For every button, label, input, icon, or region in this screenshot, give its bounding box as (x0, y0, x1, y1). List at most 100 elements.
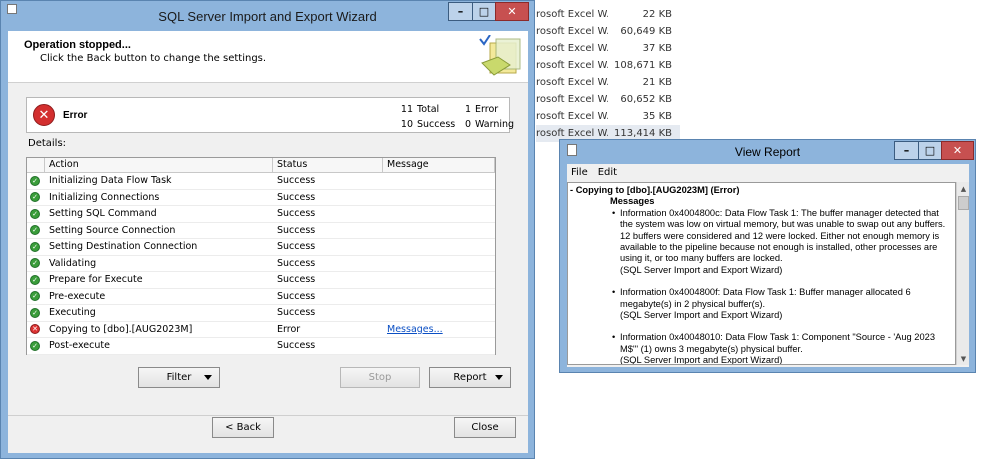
table-row[interactable]: ✓ Executing Success (27, 305, 495, 322)
table-row[interactable]: ✓ Setting SQL Command Success (27, 206, 495, 223)
table-row[interactable]: ✓ Post-execute Success (27, 338, 495, 355)
file-type: rosoft Excel W... (536, 111, 608, 122)
file-size: 37 KB (642, 43, 672, 54)
status-cell: Success (277, 224, 316, 236)
file-type: rosoft Excel W... (536, 60, 608, 71)
column-header-action[interactable]: Action (45, 158, 273, 172)
success-label: Success (417, 119, 456, 130)
file-size: 113,414 KB (614, 128, 672, 139)
status-summary-panel: ✕ Error 11 Total 1 Error 10 Success 0 Wa… (26, 97, 515, 133)
minimize-button[interactable]: – (448, 2, 473, 21)
row-status-icon-cell: ✓ (27, 241, 45, 252)
close-button[interactable]: Close (454, 417, 516, 438)
file-row[interactable]: rosoft Excel W... 60,649 KB (536, 23, 680, 40)
action-cell: Initializing Connections (49, 191, 160, 203)
details-grid[interactable]: Action Status Message ✓ Initializing Data… (26, 157, 496, 355)
grid-header-icon (27, 158, 45, 172)
table-row[interactable]: ✓ Prepare for Execute Success (27, 272, 495, 289)
back-button[interactable]: < Back (212, 417, 274, 438)
file-row[interactable]: rosoft Excel W... 108,671 KB (536, 57, 680, 74)
bullet-icon: • (612, 287, 616, 298)
warning-label: Warning (475, 119, 515, 130)
total-count: 11 (400, 104, 413, 115)
report-close-button[interactable]: ✕ (941, 141, 974, 160)
table-row[interactable]: ✓ Pre-execute Success (27, 289, 495, 305)
error-label: Error (475, 104, 499, 115)
success-check-icon: ✓ (30, 225, 40, 236)
bullet-icon: • (612, 332, 616, 343)
stop-button[interactable]: Stop (340, 367, 420, 388)
success-check-icon: ✓ (30, 241, 40, 252)
table-row[interactable]: ✓ Setting Source Connection Success (27, 223, 495, 239)
footer-divider (8, 415, 528, 416)
details-label: Details: (28, 138, 67, 149)
menu-edit[interactable]: Edit (598, 167, 617, 178)
file-type: rosoft Excel W... (536, 128, 608, 139)
table-row[interactable]: ✕ Copying to [dbo].[AUG2023M] Error Message… (27, 322, 495, 338)
row-status-icon-cell: ✓ (27, 274, 45, 285)
wizard-header: Operation stopped... Click the Back butt… (8, 31, 528, 83)
file-size: 22 KB (642, 9, 672, 20)
file-type: rosoft Excel W... (536, 26, 608, 37)
status-cell: Success (277, 191, 316, 203)
report-menubar: File Edit (567, 164, 969, 181)
file-row[interactable]: rosoft Excel W... 60,652 KB (536, 91, 680, 108)
success-check-icon: ✓ (30, 340, 40, 351)
view-report-window: View Report – □ ✕ File Edit - Copying to… (559, 139, 976, 373)
wizard-titlebar[interactable]: SQL Server Import and Export Wizard – □ … (1, 1, 534, 31)
report-message-item: • Information 0x4004800f: Data Flow Task … (570, 287, 953, 321)
report-button[interactable]: Report (429, 367, 511, 388)
table-row[interactable]: ✓ Initializing Connections Success (27, 190, 495, 206)
report-message-source: (SQL Server Import and Export Wizard) (620, 264, 783, 275)
collapse-icon[interactable]: - (570, 185, 573, 195)
report-message-item: • Information 0x4004800c: Data Flow Task … (570, 208, 953, 276)
report-maximize-button[interactable]: □ (918, 141, 942, 160)
row-status-icon-cell: ✕ (27, 324, 45, 335)
error-icon: ✕ (33, 104, 55, 126)
chevron-down-icon (204, 375, 212, 380)
action-cell: Setting Destination Connection (49, 241, 198, 253)
row-status-icon-cell: ✓ (27, 307, 45, 318)
table-row[interactable]: ✓ Setting Destination Connection Success (27, 239, 495, 256)
column-header-status[interactable]: Status (273, 158, 383, 172)
report-text-area[interactable]: - Copying to [dbo].[AUG2023M] (Error) Me… (567, 182, 956, 365)
status-cell: Error (277, 323, 301, 335)
file-row[interactable]: rosoft Excel W... 21 KB (536, 74, 680, 91)
report-scrollbar[interactable]: ▲ ▼ (956, 182, 969, 365)
menu-file[interactable]: File (571, 167, 588, 178)
success-check-icon: ✓ (30, 258, 40, 269)
report-message-source: (SQL Server Import and Export Wizard) (620, 355, 783, 365)
status-cell: Success (277, 241, 316, 253)
file-type: rosoft Excel W... (536, 43, 608, 54)
scroll-up-icon[interactable]: ▲ (957, 182, 970, 195)
action-cell: Validating (49, 257, 97, 269)
action-cell: Executing (49, 307, 96, 319)
report-minimize-button[interactable]: – (894, 141, 919, 160)
file-row[interactable]: rosoft Excel W... 35 KB (536, 108, 680, 125)
scroll-down-icon[interactable]: ▼ (957, 352, 970, 365)
status-counts: 11 Total 1 Error 10 Success 0 Warning (397, 102, 515, 132)
report-message-text: Information 0x40048010: Data Flow Task 1… (620, 332, 935, 354)
file-type: rosoft Excel W... (536, 9, 608, 20)
row-status-icon-cell: ✓ (27, 192, 45, 203)
maximize-button[interactable]: □ (472, 2, 496, 21)
column-header-message[interactable]: Message (383, 158, 495, 172)
table-row[interactable]: ✓ Validating Success (27, 256, 495, 272)
file-size: 108,671 KB (614, 60, 672, 71)
success-check-icon: ✓ (30, 175, 40, 186)
scroll-thumb[interactable] (958, 196, 969, 210)
table-row[interactable]: ✓ Initializing Data Flow Task Success (27, 173, 495, 190)
total-label: Total (417, 104, 440, 115)
file-row[interactable]: rosoft Excel W... 22 KB (536, 6, 680, 23)
filter-button[interactable]: Filter (138, 367, 220, 388)
status-cell: Success (277, 208, 316, 220)
status-cell: Success (277, 340, 316, 352)
messages-link[interactable]: Messages... (387, 324, 443, 335)
report-heading: - Copying to [dbo].[AUG2023M] (Error) (570, 185, 953, 196)
action-cell: Initializing Data Flow Task (49, 175, 172, 187)
close-window-button[interactable]: ✕ (495, 2, 529, 21)
report-message-item: • Information 0x40048010: Data Flow Task … (570, 332, 953, 365)
operation-subtitle: Click the Back button to change the sett… (40, 53, 267, 64)
filter-button-label: Filter (166, 372, 192, 383)
file-row[interactable]: rosoft Excel W... 37 KB (536, 40, 680, 57)
